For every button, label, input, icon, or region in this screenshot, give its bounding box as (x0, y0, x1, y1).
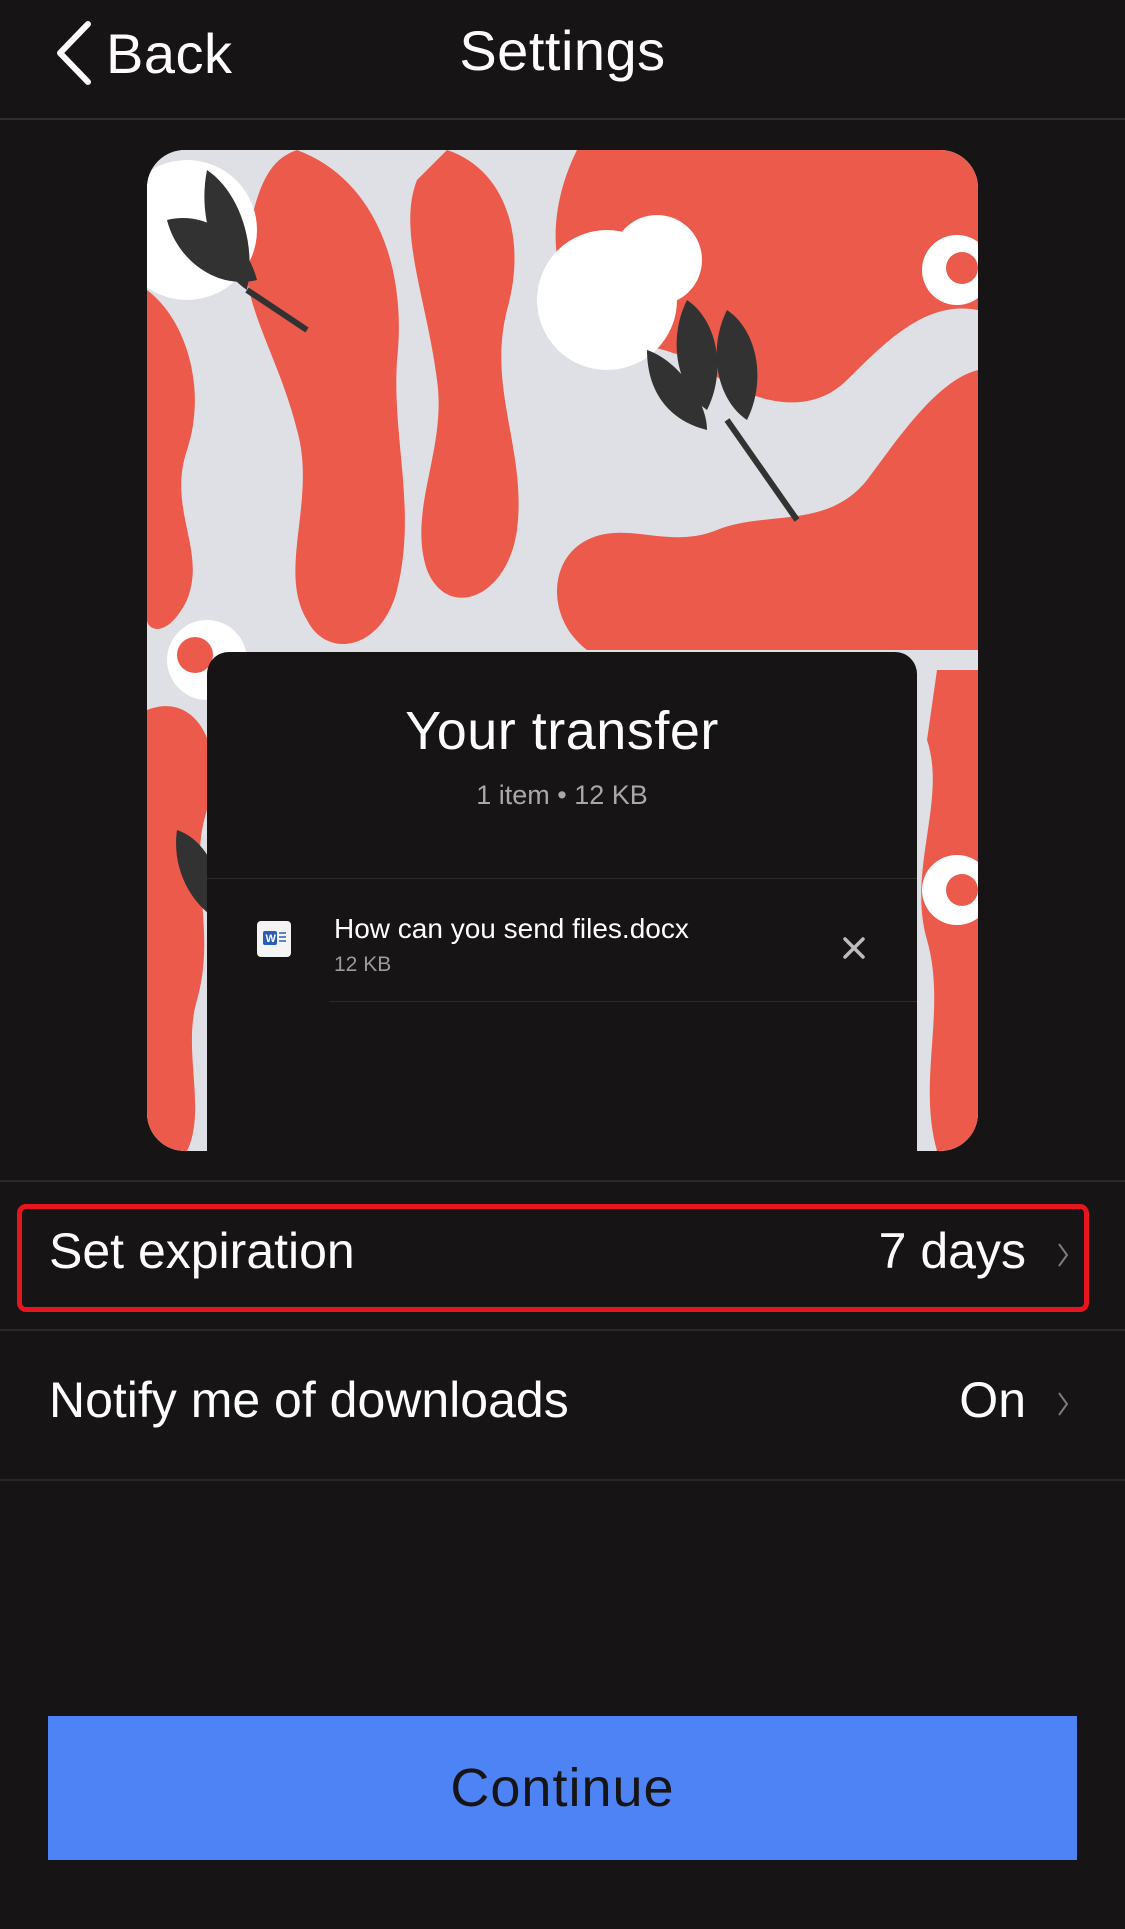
word-doc-icon: W (257, 921, 291, 962)
file-item[interactable]: W How can you send files.docx 12 KB (207, 879, 917, 1002)
continue-button[interactable]: Continue (48, 1716, 1077, 1860)
page-title: Settings (459, 19, 666, 82)
header: Back Settings (0, 0, 1125, 120)
divider (0, 1180, 1125, 1182)
chevron-right-icon (1057, 1242, 1069, 1273)
transfer-title: Your transfer (405, 701, 719, 761)
set-expiration-row[interactable]: Set expiration 7 days (0, 1184, 1125, 1330)
setting-label: Notify me of downloads (49, 1372, 569, 1428)
file-size: 12 KB (334, 953, 392, 976)
transfer-card: Your transfer 1 item • 12 KB W How can y… (207, 652, 917, 1151)
transfer-summary: 1 item • 12 KB (476, 780, 648, 810)
transfer-preview: Your transfer 1 item • 12 KB W How can y… (147, 150, 978, 1151)
file-name: How can you send files.docx (334, 913, 689, 944)
expiration-value: 7 days (878, 1223, 1026, 1279)
divider (0, 1479, 1125, 1481)
chevron-right-icon (1057, 1391, 1069, 1422)
close-icon[interactable] (843, 937, 865, 964)
svg-text:W: W (266, 933, 277, 945)
notify-downloads-row[interactable]: Notify me of downloads On (0, 1333, 1125, 1479)
divider (329, 1001, 917, 1002)
notify-value: On (959, 1372, 1026, 1428)
setting-label: Set expiration (49, 1223, 355, 1279)
divider (0, 1329, 1125, 1331)
